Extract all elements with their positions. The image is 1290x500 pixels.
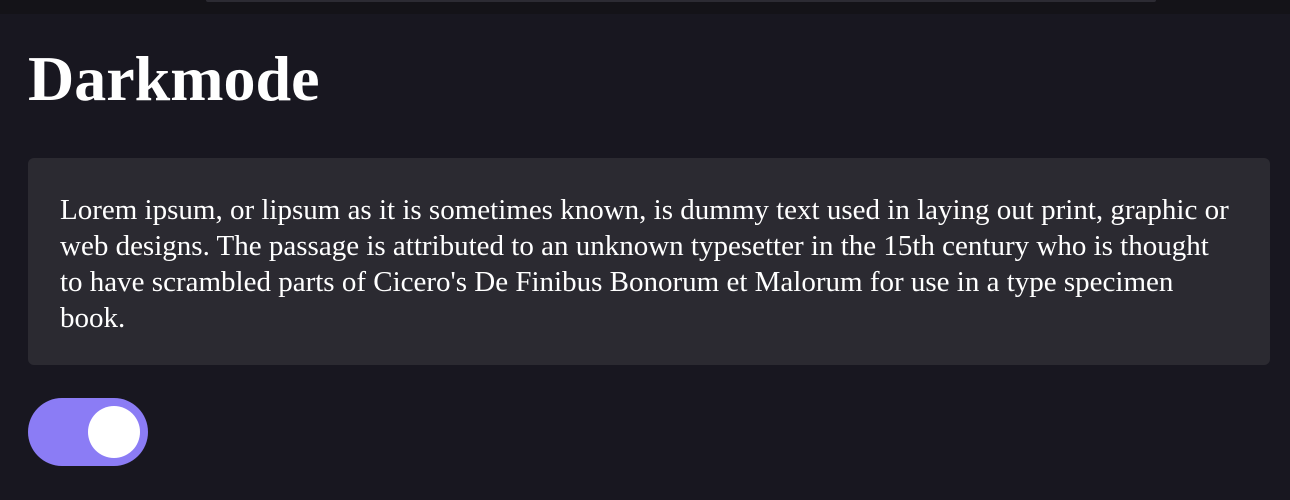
text-card: Lorem ipsum, or lipsum as it is sometime… [28, 158, 1270, 365]
darkmode-toggle[interactable] [28, 398, 148, 466]
top-strip [0, 0, 1290, 14]
top-bar [206, 0, 1156, 2]
page-title: Darkmode [28, 43, 320, 114]
card-text: Lorem ipsum, or lipsum as it is sometime… [60, 194, 1229, 334]
toggle-knob [88, 406, 140, 458]
